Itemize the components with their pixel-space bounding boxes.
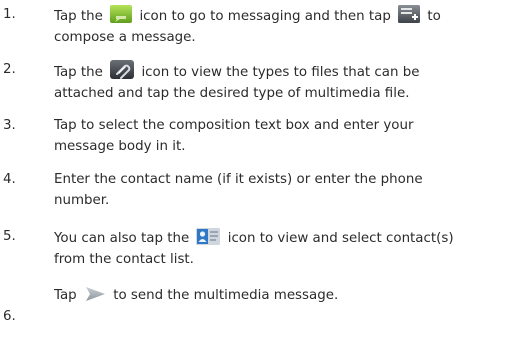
step-text-part: Tap to select the composition text box a… xyxy=(54,118,414,133)
step-text-part: icon to view the types to files that can… xyxy=(141,65,420,80)
step-text-part: to xyxy=(427,9,441,24)
messaging-icon xyxy=(109,4,133,24)
step-text-part: Enter the contact name (if it exists) or… xyxy=(54,172,423,187)
step-text-part: icon to view and select contact(s) xyxy=(227,231,454,246)
step-number: 1. xyxy=(3,7,16,22)
step-text-part: Tap xyxy=(54,288,77,303)
step-text-part: Tap the xyxy=(54,9,103,24)
step-number: 6. xyxy=(3,309,16,324)
step-number: 5. xyxy=(3,229,16,244)
step-number: 3. xyxy=(3,118,16,133)
step-text: Tap the icon to view the types to files … xyxy=(54,59,514,104)
step-text-part: icon to go to messaging and then tap xyxy=(139,9,391,24)
step-text-part: attached and tap the desired type of mul… xyxy=(54,86,410,101)
step-text-part: You can also tap the xyxy=(54,231,190,246)
step-text-part: Tap the xyxy=(54,65,103,80)
step-number: 2. xyxy=(3,62,16,77)
step-text-part: message body in it. xyxy=(54,139,186,154)
instructions-list: 1. Tap the icon to go to messaging and t… xyxy=(0,0,517,337)
step-text: Tap the icon to go to messaging and then… xyxy=(54,4,514,48)
send-icon xyxy=(83,285,107,303)
step-text-part: compose a message. xyxy=(54,30,196,45)
step-text-part: to send the multimedia message. xyxy=(113,288,339,303)
attach-icon xyxy=(109,59,135,80)
step-text: Tap to select the composition text box a… xyxy=(54,115,514,157)
compose-icon xyxy=(397,4,421,24)
step-text-part: from the contact list. xyxy=(54,252,194,267)
step-text-part: number. xyxy=(54,193,110,208)
step-text: You can also tap the icon to view and se… xyxy=(54,226,514,270)
contacts-icon xyxy=(195,226,221,246)
step-number: 4. xyxy=(3,172,16,187)
step-text: Enter the contact name (if it exists) or… xyxy=(54,169,514,211)
